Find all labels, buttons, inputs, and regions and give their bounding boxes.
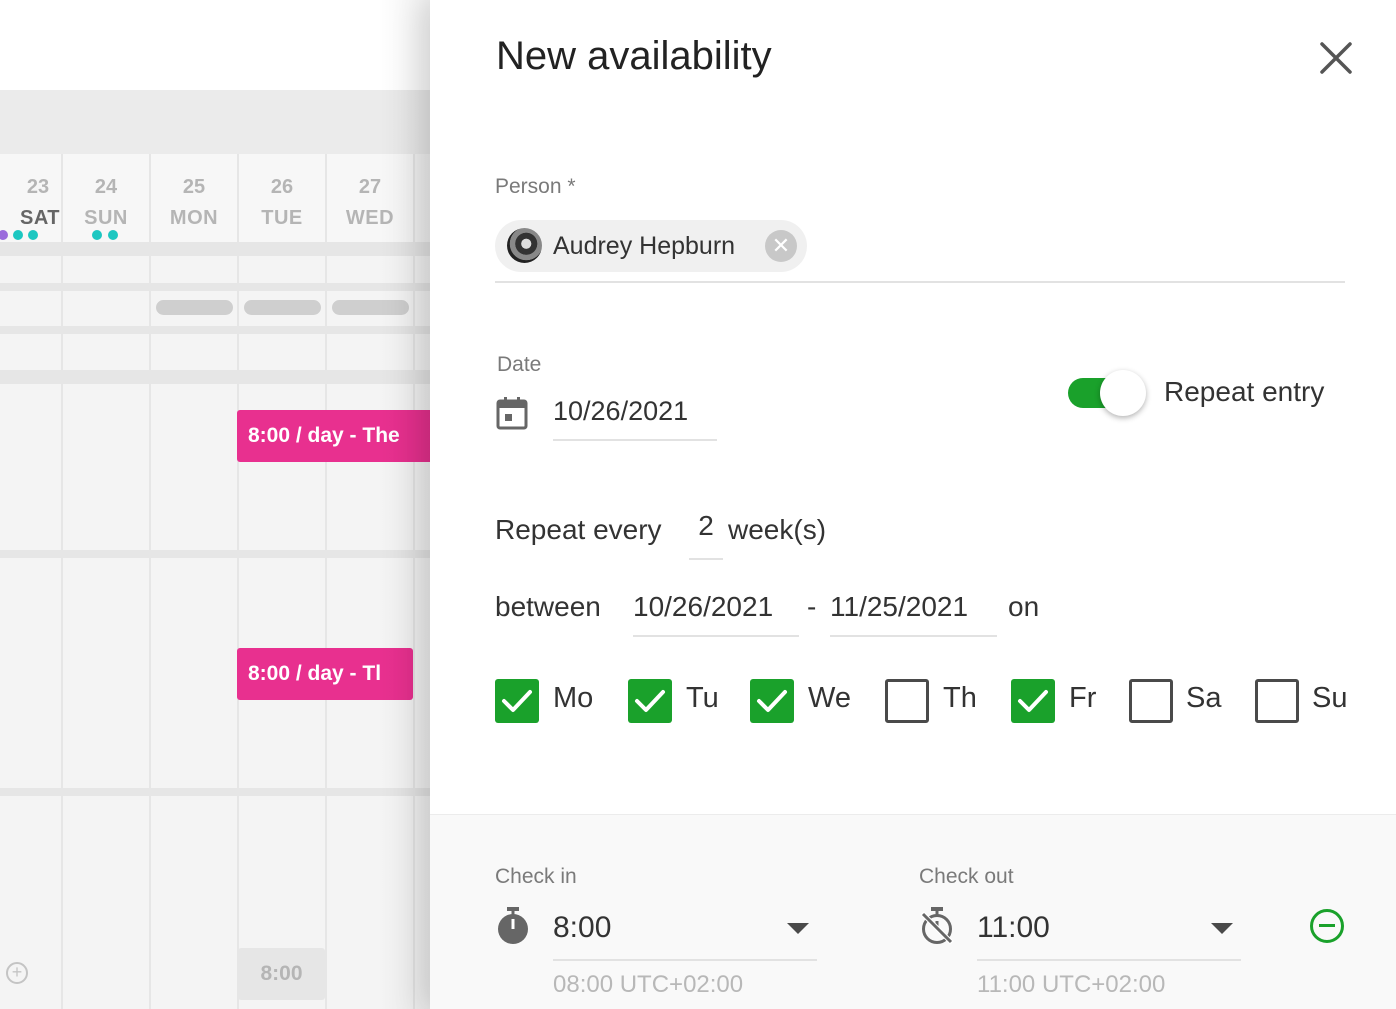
placeholder-bar: [244, 300, 321, 315]
range-end-input[interactable]: 11/25/2021: [830, 591, 997, 637]
day-of-week: TUE: [261, 207, 303, 229]
check-times-section: Check in 8:00 08:00 UTC+02:00 Check out: [430, 814, 1396, 1009]
row-divider: [0, 788, 430, 796]
weekday-checkbox[interactable]: [1129, 679, 1173, 723]
repeat-every-label: Repeat every: [495, 514, 662, 545]
day-header-sat[interactable]: 23 SAT: [0, 154, 63, 242]
calendar-entry-chip[interactable]: 8:00: [238, 948, 325, 1000]
remove-time-row-icon[interactable]: [1310, 909, 1344, 943]
day-of-week: SUN: [84, 207, 128, 229]
weekday-checkbox[interactable]: [1255, 679, 1299, 723]
person-field-underline: [495, 281, 1345, 283]
weekday-checkbox[interactable]: [885, 679, 929, 723]
check-out-label: Check out: [919, 865, 1014, 888]
day-header-mon[interactable]: 25 MON: [151, 154, 239, 242]
day-number: 24: [94, 176, 118, 198]
repeat-interval-input[interactable]: 2: [689, 510, 723, 560]
date-input[interactable]: 10/26/2021: [553, 396, 717, 441]
calendar-background: 23 SAT 24 SUN 25 MON 26 TUE 27 WED 8:00 …: [0, 0, 430, 1009]
day-of-week: SAT: [19, 207, 60, 229]
row-divider: [0, 326, 430, 334]
status-dot: [108, 230, 118, 240]
weekday-label: Th: [943, 682, 977, 714]
close-icon[interactable]: [1316, 38, 1356, 78]
remove-person-icon[interactable]: ✕: [765, 230, 797, 262]
column-divider: [325, 256, 327, 1009]
check-in-timezone: 08:00 UTC+02:00: [553, 971, 744, 998]
column-divider: [237, 256, 239, 1009]
status-dot: [92, 230, 102, 240]
check-in-label: Check in: [495, 865, 577, 888]
weekday-label: Mo: [553, 682, 594, 714]
row-divider: [0, 550, 430, 558]
weekday-label: Su: [1312, 682, 1348, 714]
drawer-title: New availability: [496, 34, 772, 78]
on-label: on: [1008, 591, 1040, 622]
day-number: 26: [270, 176, 294, 198]
calendar-topbar: [0, 0, 430, 90]
weekday-label: Tu: [686, 682, 719, 714]
check-out-timezone: 11:00 UTC+02:00: [977, 971, 1166, 998]
weekday-checkbox[interactable]: [1011, 679, 1055, 723]
day-number: 25: [182, 176, 206, 198]
repeat-entry-label: Repeat entry: [1164, 376, 1325, 407]
weekday-checkbox[interactable]: [750, 679, 794, 723]
checkmark-icon: [757, 690, 787, 712]
check-in-select[interactable]: 8:00: [553, 909, 817, 961]
stopwatch-off-icon: [920, 907, 954, 950]
row-divider: [0, 242, 430, 256]
checkmark-icon: [1018, 690, 1048, 712]
weekday-label: Fr: [1069, 682, 1097, 714]
row-divider: [0, 370, 430, 384]
repeat-entry-toggle[interactable]: [1068, 370, 1146, 416]
day-number: 23: [26, 176, 50, 198]
calendar-header-band: [0, 90, 430, 154]
person-label: Person *: [495, 175, 576, 198]
repeat-unit-label: week(s): [728, 514, 827, 545]
between-label: between: [495, 591, 601, 622]
toggle-knob: [1100, 370, 1146, 416]
weekday-checkbox[interactable]: [495, 679, 539, 723]
check-in-value: 8:00: [553, 911, 612, 944]
day-header-sun[interactable]: 24 SUN: [63, 154, 151, 242]
weekday-label: Sa: [1186, 682, 1222, 714]
new-availability-drawer: New availability Person * Audrey Hepburn…: [430, 0, 1396, 1009]
day-header-tue[interactable]: 26 TUE: [239, 154, 327, 242]
placeholder-bar: [156, 300, 233, 315]
status-dot: [13, 230, 23, 240]
day-of-week: MON: [169, 207, 219, 229]
chevron-down-icon: [1211, 923, 1233, 934]
weekday-checkbox[interactable]: [628, 679, 672, 723]
add-entry-icon[interactable]: +: [6, 962, 28, 984]
range-dash: -: [807, 591, 817, 622]
person-chip[interactable]: Audrey Hepburn ✕: [495, 220, 807, 272]
avatar: [507, 228, 542, 263]
range-start-input[interactable]: 10/26/2021: [633, 591, 799, 637]
stopwatch-icon: [496, 907, 530, 950]
chevron-down-icon: [787, 923, 809, 934]
weekday-label: We: [808, 682, 851, 714]
drawer-shadow: [380, 0, 430, 1009]
status-dot: [28, 230, 38, 240]
checkmark-icon: [635, 690, 665, 712]
column-divider: [149, 256, 151, 1009]
check-out-value: 11:00: [977, 911, 1050, 944]
checkmark-icon: [502, 690, 532, 712]
person-name: Audrey Hepburn: [553, 232, 736, 260]
calendar-icon[interactable]: [496, 396, 528, 430]
column-divider: [61, 256, 63, 1009]
date-label: Date: [497, 353, 542, 376]
check-out-select[interactable]: 11:00: [977, 909, 1241, 961]
row-divider: [0, 283, 430, 291]
